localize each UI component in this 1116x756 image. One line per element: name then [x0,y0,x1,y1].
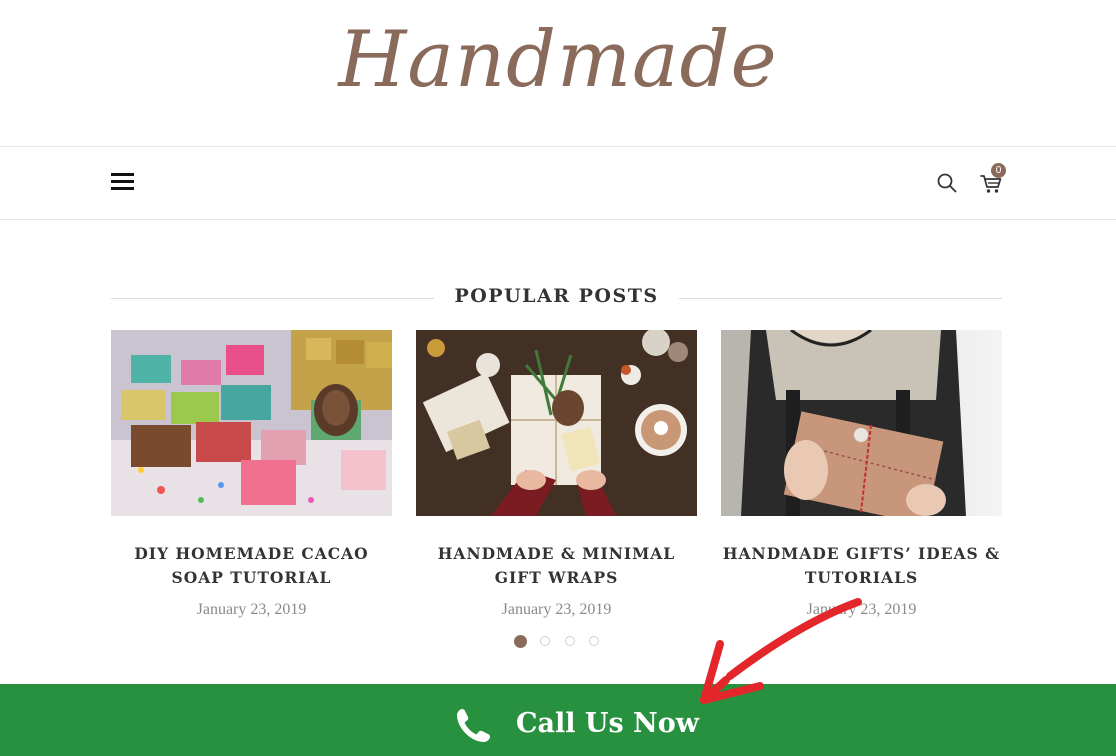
post-card: HANDMADE GIFTS’ IDEAS & TUTORIALS Januar… [721,328,1002,619]
nav-bar [0,147,1116,220]
post-date: January 23, 2019 [806,601,917,618]
post-date: January 23, 2019 [196,601,307,618]
cta-label: Call Us Now [516,708,699,739]
search-icon[interactable] [936,172,958,194]
call-us-now-button[interactable]: Call Us Now [0,684,1116,756]
popular-posts-heading: POPULAR POSTS [111,282,1002,312]
phone-icon [457,709,490,742]
carousel-dot[interactable] [565,636,575,646]
logo-header: Handmade [0,0,1116,147]
post-title[interactable]: HANDMADE & MINIMAL GIFT WRAPS [416,542,697,590]
menu-icon[interactable] [111,173,134,193]
post-image-gifts-ideas[interactable] [721,328,1002,525]
carousel-dot[interactable] [589,636,599,646]
cart-count-badge: 0 [991,163,1006,178]
post-date: January 23, 2019 [501,601,612,618]
site-logo[interactable]: Handmade [0,0,1116,120]
section-title: POPULAR POSTS [434,285,679,307]
post-card: DIY HOMEMADE CACAO SOAP TUTORIAL January… [111,330,392,619]
post-title[interactable]: HANDMADE GIFTS’ IDEAS & TUTORIALS [721,542,1002,590]
post-image-gift-wraps[interactable] [416,328,697,516]
post-card: HANDMADE & MINIMAL GIFT WRAPS January 23… [416,328,697,619]
carousel-dot[interactable] [540,636,550,646]
carousel-dot[interactable] [514,635,527,648]
post-image-soap[interactable] [111,330,392,516]
post-title[interactable]: DIY HOMEMADE CACAO SOAP TUTORIAL [111,542,392,590]
